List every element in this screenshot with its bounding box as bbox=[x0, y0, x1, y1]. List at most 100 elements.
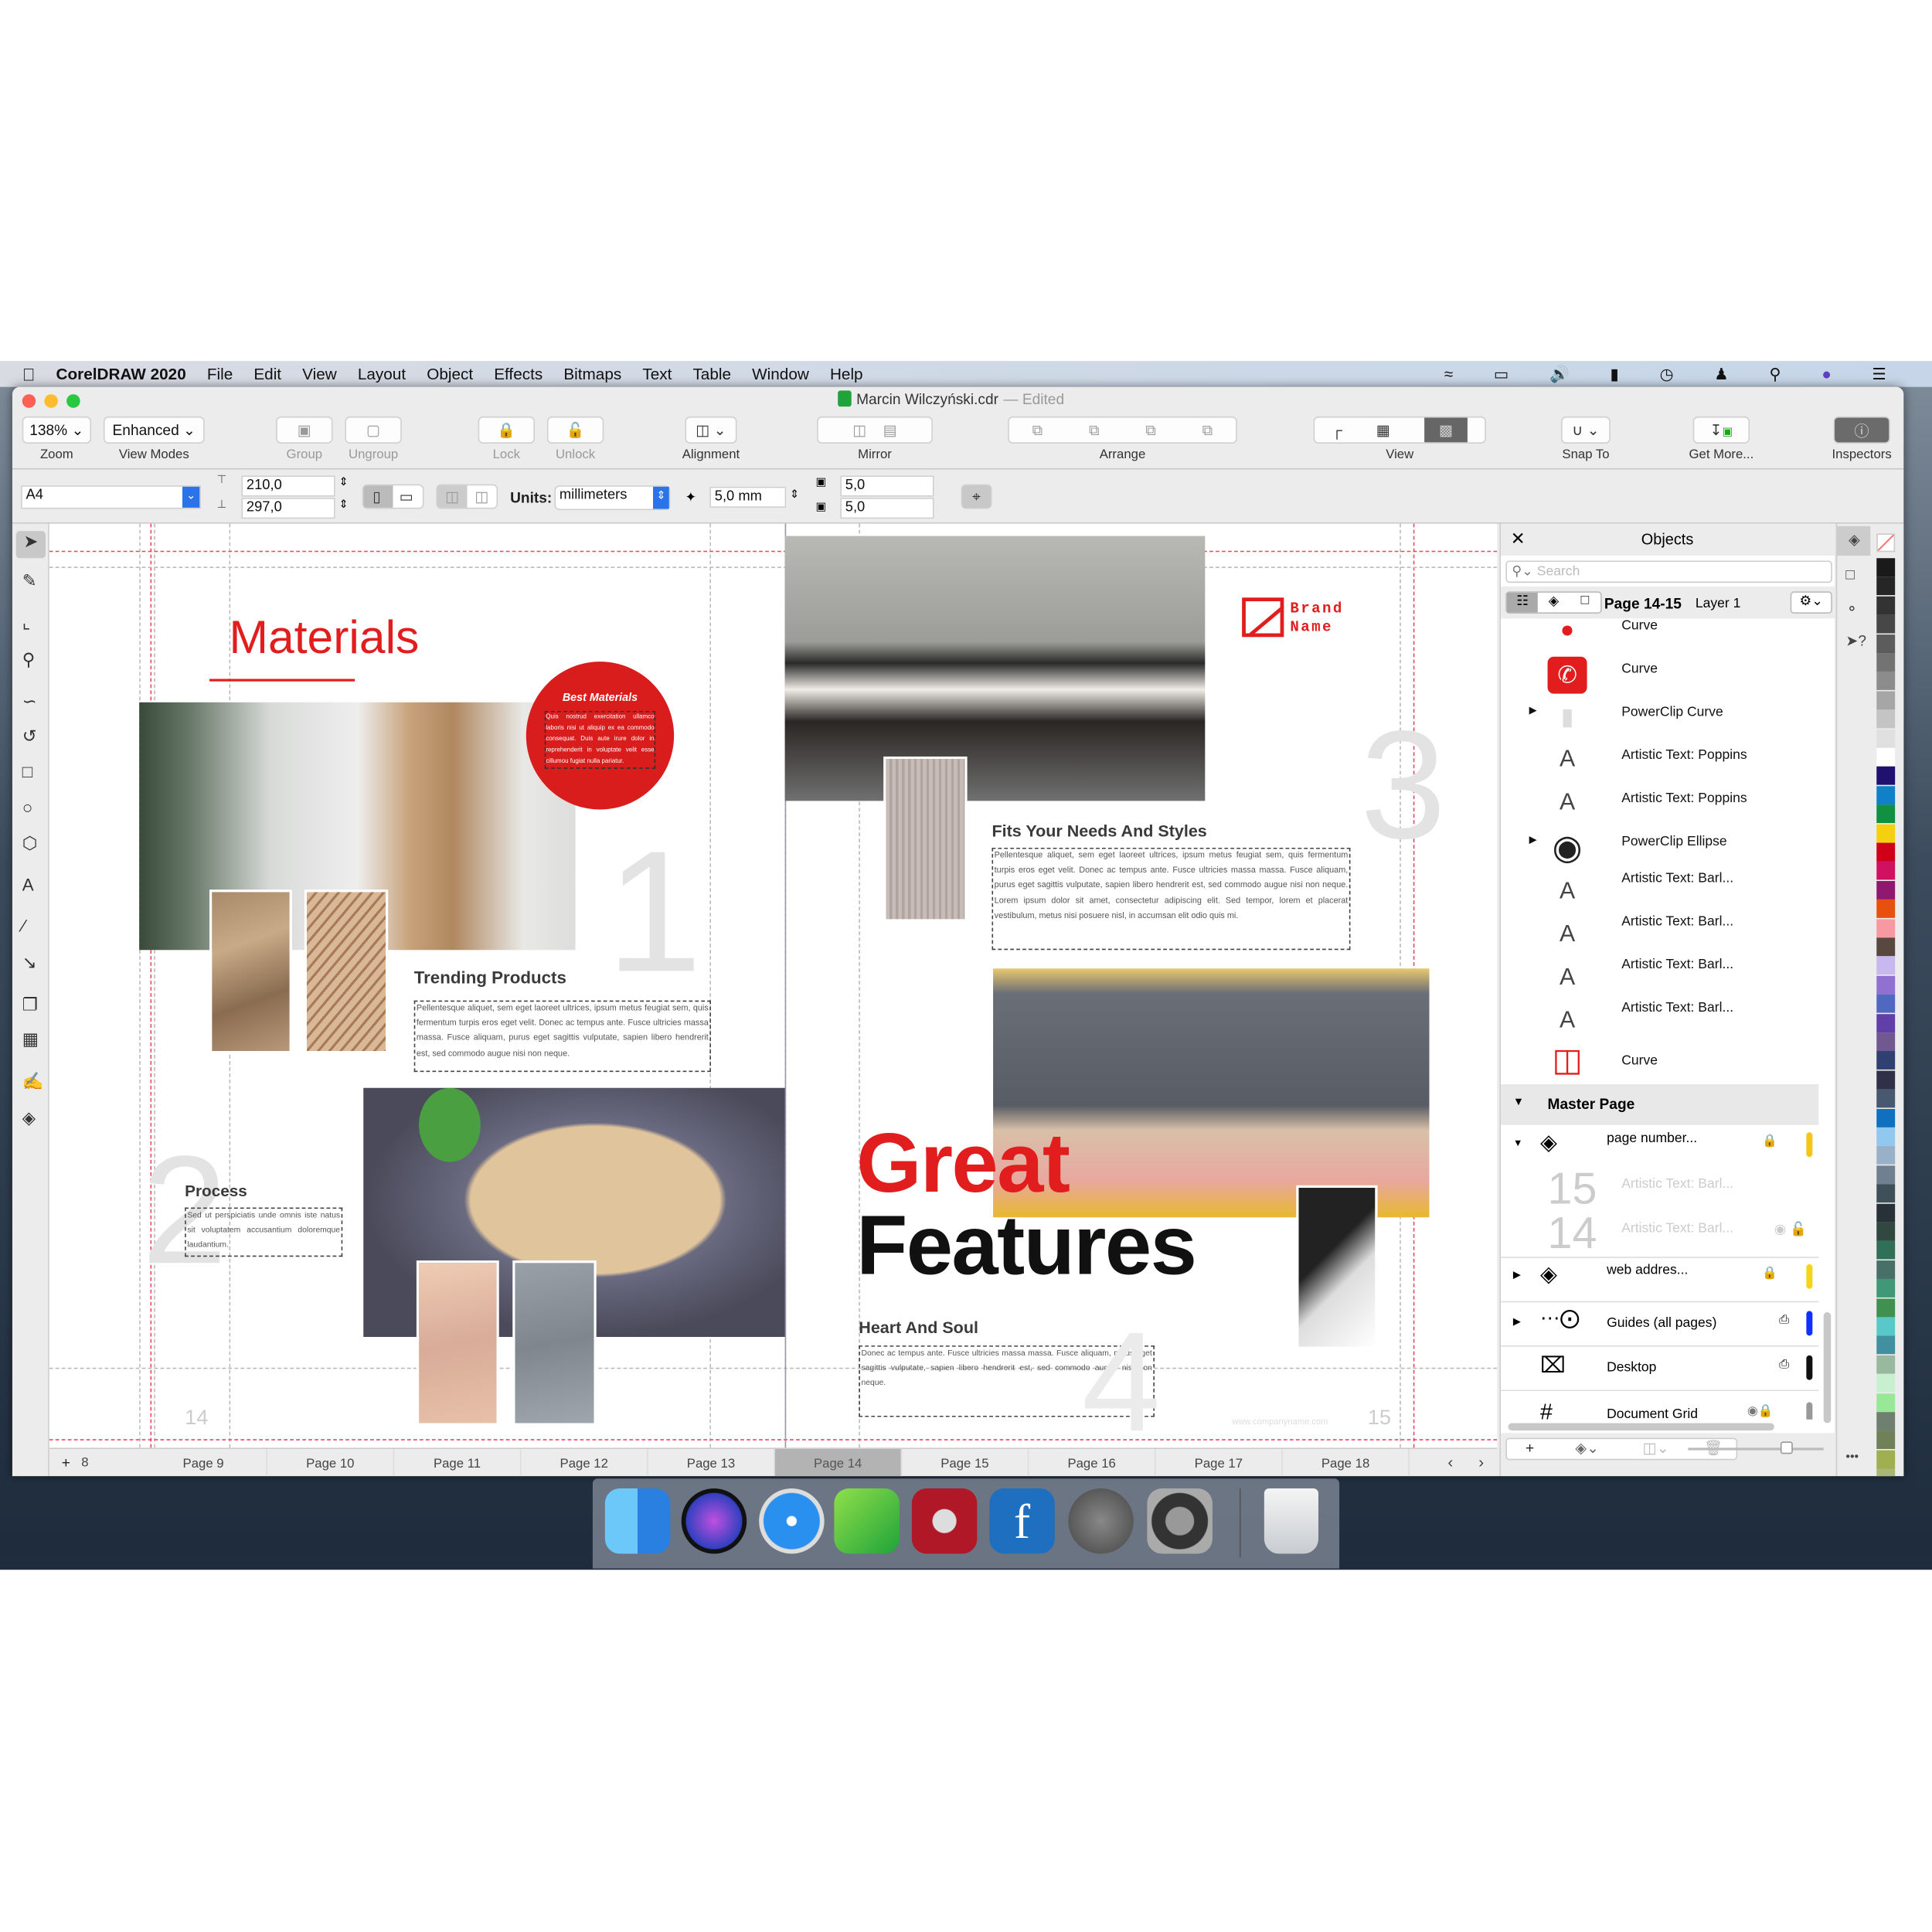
page-tab[interactable]: Page 13 bbox=[648, 1449, 775, 1477]
objects-search-input[interactable]: ⚲⌄ Search bbox=[1505, 560, 1832, 583]
objects-tab-icon[interactable]: ◈ bbox=[1837, 526, 1872, 556]
wood-swatch-2[interactable] bbox=[304, 889, 389, 1054]
heart-and-soul-heading[interactable]: Heart And Soul bbox=[859, 1318, 978, 1337]
grid-icon[interactable]: ▦ bbox=[1376, 421, 1390, 438]
current-page-label[interactable]: Page 14-15 bbox=[1604, 595, 1682, 612]
transparency-tool-icon[interactable]: ▦ bbox=[22, 1029, 39, 1049]
light-wood-swatch[interactable] bbox=[883, 756, 968, 922]
guides-layer[interactable]: ▶ ⋯⨀ Guides (all pages) ⎙ bbox=[1500, 1304, 1819, 1347]
zoom-dropdown[interactable]: 138% ⌄ bbox=[22, 416, 91, 444]
object-row[interactable]: ● Curve bbox=[1501, 618, 1818, 662]
page-from-objects-button[interactable]: ⌖ bbox=[961, 484, 992, 509]
wifi-icon[interactable]: ≈ bbox=[1444, 364, 1453, 384]
palette-swatch[interactable] bbox=[1876, 729, 1896, 748]
mirror-vertical-icon[interactable]: ▤ bbox=[883, 421, 897, 438]
lock-icon[interactable]: 🔒 bbox=[1762, 1134, 1777, 1148]
palette-swatch[interactable] bbox=[1876, 900, 1896, 919]
section-number-1[interactable]: 1 bbox=[606, 825, 702, 998]
drawing-canvas[interactable]: Materials Best Materials Quis nostrud ex… bbox=[49, 523, 1498, 1448]
font-app-icon[interactable]: f bbox=[989, 1488, 1055, 1554]
view-buttons[interactable]: ┌ ▦ ▩ bbox=[1313, 416, 1486, 444]
palette-swatch[interactable] bbox=[1876, 596, 1896, 615]
palette-swatch[interactable] bbox=[1876, 577, 1896, 596]
fill-tool-icon[interactable]: ◈ bbox=[22, 1107, 36, 1128]
hidden-eye-icon[interactable]: ◉🔒 bbox=[1747, 1405, 1774, 1419]
alignment-dropdown[interactable]: ◫ ⌄ bbox=[685, 416, 737, 444]
no-print-icon[interactable]: ⎙ bbox=[1779, 1314, 1789, 1328]
features-heading[interactable]: Features bbox=[856, 1204, 1197, 1287]
apple-icon[interactable]:  bbox=[22, 364, 36, 384]
page-tab[interactable]: Page 12 bbox=[521, 1449, 648, 1477]
palette-swatch[interactable] bbox=[1876, 653, 1896, 672]
brand-logo-icon[interactable] bbox=[1242, 597, 1284, 638]
stone-swatch-2[interactable] bbox=[512, 1260, 597, 1426]
collapse-arrow-icon[interactable]: ▼ bbox=[1513, 1095, 1524, 1107]
user-icon[interactable]: ♟ bbox=[1714, 364, 1729, 384]
palette-swatch[interactable] bbox=[1876, 747, 1896, 767]
palette-swatch[interactable] bbox=[1876, 558, 1896, 577]
notification-center-icon[interactable]: ☰ bbox=[1872, 364, 1886, 384]
collapse-arrow-icon[interactable]: ▼ bbox=[1513, 1138, 1523, 1148]
palette-swatch[interactable] bbox=[1876, 1335, 1896, 1355]
palette-swatch[interactable] bbox=[1876, 1032, 1896, 1052]
menu-window[interactable]: Window bbox=[752, 365, 809, 383]
comments-tab-icon[interactable]: □ bbox=[1845, 566, 1855, 583]
eyedropper-tool-icon[interactable]: ✍ bbox=[22, 1071, 44, 1092]
master-object-row[interactable]: Artistic Text: Barl... bbox=[1621, 1221, 1733, 1236]
palette-swatch[interactable] bbox=[1876, 634, 1896, 653]
page-tab[interactable]: Page 10 bbox=[267, 1449, 395, 1477]
close-window-button[interactable] bbox=[22, 394, 36, 408]
to-front-icon[interactable]: ⧉ bbox=[1032, 420, 1043, 439]
palette-swatch[interactable] bbox=[1876, 1298, 1896, 1317]
battery-icon[interactable]: ▮ bbox=[1611, 364, 1619, 384]
group-button[interactable]: ▣ bbox=[276, 416, 333, 444]
guidelines-icon[interactable]: ▩ bbox=[1423, 417, 1468, 443]
no-color-swatch[interactable] bbox=[1876, 533, 1896, 553]
process-text[interactable]: Sed ut perspiciatis unde omnis iste natu… bbox=[185, 1207, 343, 1257]
to-back-icon[interactable]: ⧉ bbox=[1202, 420, 1213, 439]
web-address[interactable]: www.companyname.com bbox=[1232, 1418, 1328, 1427]
palette-swatch[interactable] bbox=[1876, 994, 1896, 1013]
siri-icon[interactable]: ● bbox=[1821, 364, 1832, 384]
width-stepper[interactable]: ⇕ bbox=[338, 475, 348, 489]
palette-swatch[interactable] bbox=[1876, 1241, 1896, 1260]
object-row[interactable]: ◫ Curve bbox=[1501, 1040, 1818, 1084]
zoom-tool-icon[interactable]: ⚲ bbox=[22, 649, 35, 670]
wood-swatch-1[interactable] bbox=[209, 889, 292, 1054]
clock-icon[interactable]: ◷ bbox=[1660, 364, 1674, 384]
page-width-input[interactable]: 210,0 bbox=[241, 475, 335, 497]
trending-products-heading[interactable]: Trending Products bbox=[414, 968, 566, 988]
palette-swatch[interactable] bbox=[1876, 1279, 1896, 1298]
palette-swatch[interactable] bbox=[1876, 880, 1896, 900]
object-row[interactable]: A Artistic Text: Barl... bbox=[1501, 957, 1818, 1001]
nudge-stepper[interactable]: ⇕ bbox=[790, 488, 799, 502]
menu-effects[interactable]: Effects bbox=[494, 365, 543, 383]
page-tab[interactable]: Page 15 bbox=[902, 1449, 1029, 1477]
menu-text[interactable]: Text bbox=[642, 365, 672, 383]
pick-tool-icon[interactable]: ➤ bbox=[15, 531, 46, 559]
menu-file[interactable]: File bbox=[207, 365, 233, 383]
prev-page-button[interactable]: ‹ bbox=[1447, 1453, 1453, 1471]
rulers-icon[interactable]: ┌ bbox=[1332, 421, 1342, 438]
current-page-icon[interactable]: ◫ bbox=[474, 488, 488, 505]
page-view-icon[interactable]: □ bbox=[1570, 593, 1600, 613]
page-layout-toggle[interactable]: ◫ ◫ bbox=[436, 484, 498, 509]
rectangle-tool-icon[interactable]: □ bbox=[22, 761, 33, 781]
finder-icon[interactable] bbox=[604, 1488, 671, 1554]
palette-swatch[interactable] bbox=[1876, 1317, 1896, 1336]
get-more-button[interactable]: ↧▣ bbox=[1692, 416, 1750, 444]
photo-booth-icon[interactable] bbox=[911, 1488, 978, 1554]
freehand-tool-icon[interactable]: ∽ bbox=[22, 691, 37, 712]
master-page-row[interactable]: ▼ Master Page bbox=[1500, 1084, 1819, 1125]
page-tab[interactable]: Page 9 bbox=[141, 1449, 267, 1477]
lock-button[interactable]: 🔒 bbox=[478, 416, 535, 444]
page-tab[interactable]: Page 14 bbox=[774, 1449, 903, 1477]
object-row[interactable]: A Artistic Text: Barl... bbox=[1501, 914, 1818, 957]
brand-name[interactable]: Brand Name bbox=[1290, 600, 1343, 637]
menu-bitmaps[interactable]: Bitmaps bbox=[563, 365, 621, 383]
height-stepper[interactable]: ⇕ bbox=[338, 498, 348, 512]
next-page-button[interactable]: › bbox=[1478, 1453, 1484, 1471]
palette-swatch[interactable] bbox=[1876, 862, 1896, 881]
armchair-photo[interactable] bbox=[784, 536, 1206, 801]
palette-swatch[interactable] bbox=[1876, 937, 1896, 957]
